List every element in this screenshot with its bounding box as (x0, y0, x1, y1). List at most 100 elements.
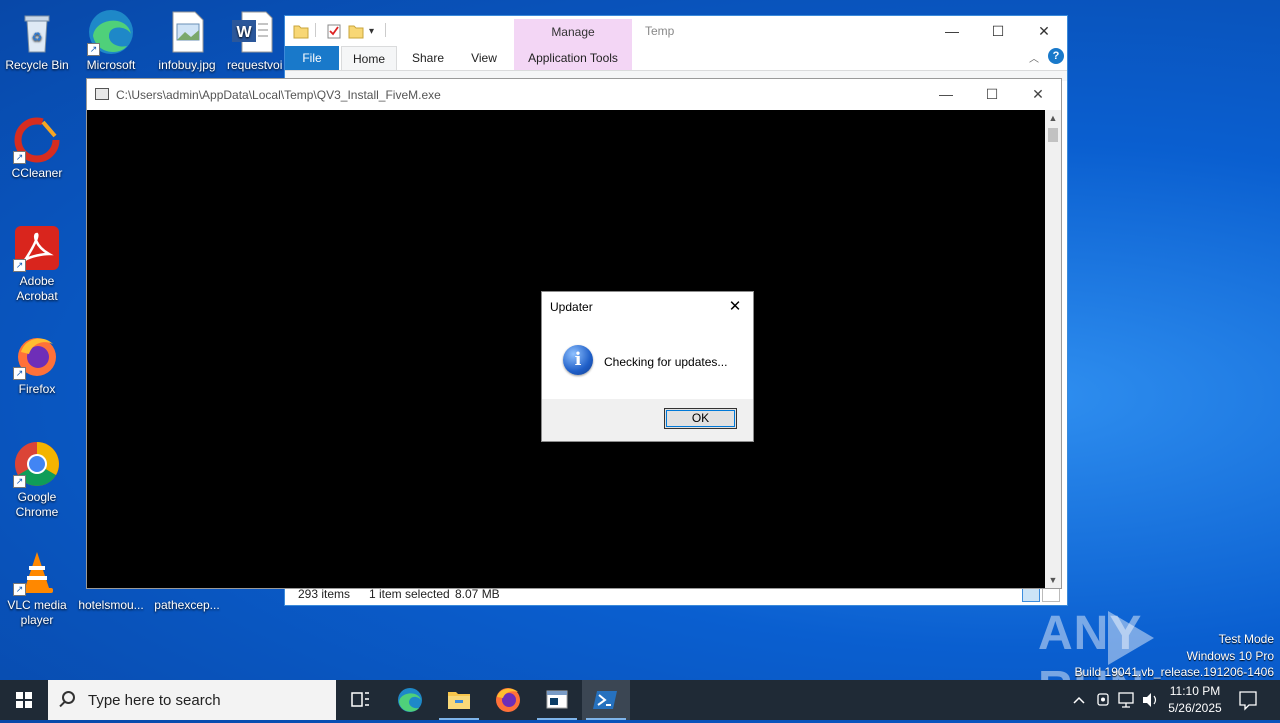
desktop-icon-label: Google Chrome (15, 490, 59, 519)
edge-icon: ↗ (87, 8, 135, 56)
maximize-icon[interactable]: ☐ (969, 79, 1015, 110)
shortcut-arrow-icon: ↗ (87, 43, 100, 56)
desktop-icon-infobuy[interactable]: infobuy.jpg (150, 8, 224, 73)
task-view-button[interactable] (336, 680, 384, 720)
windows-edition-line: Windows 10 Pro (1186, 648, 1274, 663)
close-icon[interactable]: ✕ (1021, 16, 1067, 46)
taskbar-firefox[interactable] (484, 680, 532, 720)
desktop-icon-adobe-acrobat[interactable]: ↗ Adobe Acrobat (0, 224, 74, 304)
scroll-down-icon[interactable]: ▼ (1045, 572, 1061, 588)
taskbar-file-explorer[interactable] (435, 680, 483, 720)
vlc-icon: ↗ (13, 548, 61, 596)
device-icon (1097, 693, 1109, 706)
shortcut-arrow-icon: ↗ (13, 367, 26, 380)
action-center-button[interactable] (1236, 680, 1260, 720)
image-file-icon (163, 8, 211, 56)
desktop-icon-label: CCleaner (11, 166, 63, 180)
dialog-title: Updater (550, 300, 593, 314)
tab-file[interactable]: File (285, 46, 339, 70)
dialog-message: Checking for updates... (604, 355, 728, 369)
explorer-title-bar[interactable]: ▾ Manage Temp — ☐ ✕ (285, 16, 1067, 46)
taskbar-edge[interactable] (386, 680, 434, 720)
desktop-icon-label: hotelsmou... (78, 598, 144, 612)
tab-home[interactable]: Home (341, 46, 397, 70)
taskbar-powershell[interactable] (582, 680, 630, 720)
ok-button[interactable]: OK (664, 408, 737, 429)
edge-icon (398, 688, 422, 712)
scroll-thumb[interactable] (1048, 128, 1058, 142)
desktop-icon-firefox[interactable]: ↗ Firefox (0, 332, 74, 397)
taskbar: Type here to search 11:10 PM 5/26/2025 (0, 680, 1280, 720)
desktop-icon-vlc[interactable]: ↗ VLC media player (0, 548, 74, 628)
scroll-up-icon[interactable]: ▲ (1045, 110, 1061, 126)
console-title-bar[interactable]: C:\Users\admin\AppData\Local\Temp\QV3_In… (87, 79, 1061, 110)
test-mode-line: Test Mode (1218, 632, 1274, 646)
minimize-icon[interactable]: — (923, 79, 969, 110)
divider (385, 23, 386, 37)
desktop-icon-label: Adobe Acrobat (16, 274, 58, 303)
tray-network-icon[interactable] (1116, 680, 1136, 720)
minimize-icon[interactable]: — (929, 16, 975, 46)
close-icon[interactable]: ✕ (1015, 79, 1061, 110)
firefox-icon: ↗ (13, 332, 61, 380)
desktop-icon-label: infobuy.jpg (158, 58, 216, 72)
powershell-icon (593, 691, 617, 709)
firefox-icon (496, 688, 520, 712)
tab-application-tools[interactable]: Application Tools (514, 46, 632, 70)
desktop-icon-label: Recycle Bin (5, 58, 69, 72)
shortcut-arrow-icon: ↗ (13, 151, 26, 164)
shortcut-arrow-icon: ↗ (13, 259, 26, 272)
desktop-icon-ccleaner[interactable]: ↗ CCleaner (0, 116, 74, 181)
windows-logo-icon (16, 692, 32, 708)
close-icon[interactable]: ✕ (723, 296, 747, 318)
taskbar-clock[interactable]: 11:10 PM 5/26/2025 (1157, 683, 1233, 717)
desktop-icon-google-chrome[interactable]: ↗ Google Chrome (0, 440, 74, 520)
tab-share[interactable]: Share (403, 46, 453, 70)
show-hidden-icons[interactable] (1070, 680, 1088, 720)
clock-date: 5/26/2025 (1168, 701, 1222, 715)
svg-text:W: W (236, 24, 252, 41)
tray-device-icon[interactable] (1094, 680, 1112, 720)
taskbar-search-box[interactable]: Type here to search (48, 680, 336, 720)
divider (315, 23, 316, 37)
recycle-bin-icon: ♻ (13, 8, 61, 56)
console-scrollbar[interactable]: ▲ ▼ (1045, 110, 1061, 588)
tab-view[interactable]: View (461, 46, 507, 70)
clock-time: 11:10 PM (1169, 684, 1221, 698)
start-button[interactable] (0, 680, 48, 720)
desktop-icon-label: Microsoft (86, 58, 136, 72)
properties-icon[interactable] (326, 22, 342, 40)
network-icon (1118, 692, 1134, 708)
search-placeholder: Type here to search (88, 692, 221, 709)
svg-text:♻: ♻ (32, 30, 43, 44)
desktop-icon-label: requestvoi (227, 58, 283, 72)
manage-tab[interactable]: Manage (514, 19, 632, 46)
taskbar-console[interactable] (533, 680, 581, 720)
shortcut-arrow-icon: ↗ (13, 475, 26, 488)
desktop-icon-requestvoi[interactable]: W requestvoi (220, 8, 284, 73)
desktop-icon-label: pathexcep... (154, 598, 220, 612)
maximize-icon[interactable]: ☐ (975, 16, 1021, 46)
word-doc-icon: W (228, 8, 276, 56)
desktop-icon-recycle-bin[interactable]: ♻ Recycle Bin (0, 8, 74, 73)
desktop-icon-microsoft-edge[interactable]: ↗ Microsoft (74, 8, 148, 73)
updater-dialog: Updater ✕ i Checking for updates... OK (541, 291, 754, 442)
console-app-icon (546, 690, 568, 709)
build-line: Build 19041.vb_release.191206-1406 (1074, 665, 1275, 679)
customize-quick-access-icon[interactable]: ▾ (369, 22, 385, 40)
new-folder-icon[interactable] (348, 22, 364, 40)
acrobat-icon: ↗ (13, 224, 61, 272)
search-icon (62, 691, 75, 704)
file-explorer-icon (448, 692, 470, 709)
help-icon[interactable]: ? (1048, 48, 1064, 64)
folder-icon[interactable] (293, 22, 309, 40)
desktop-icon-label: Firefox (18, 382, 56, 396)
desktop-icon-label: VLC media player (7, 598, 67, 627)
explorer-title: Temp (645, 24, 675, 38)
console-title: C:\Users\admin\AppData\Local\Temp\QV3_In… (116, 88, 441, 102)
collapse-ribbon-icon[interactable]: ︿ (1029, 50, 1039, 65)
notification-icon (1239, 691, 1257, 711)
shortcut-arrow-icon: ↗ (13, 583, 26, 596)
ribbon-tabs: File Home Share View Application Tools (285, 46, 1067, 70)
info-icon: i (563, 345, 593, 375)
